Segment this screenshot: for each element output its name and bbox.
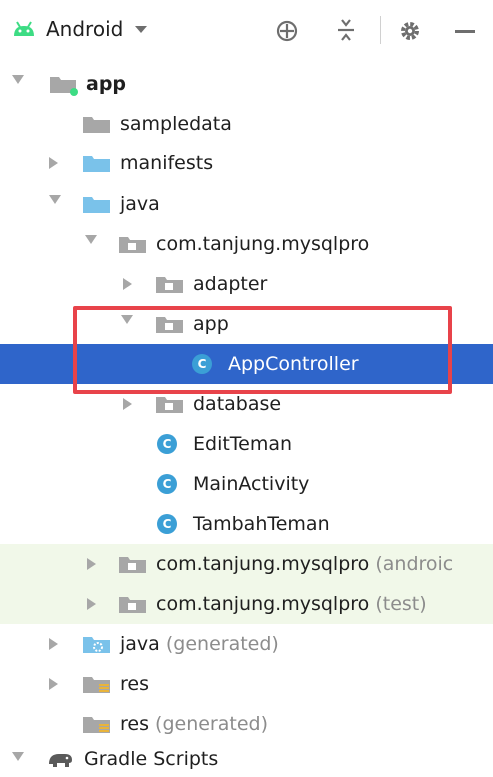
resource-folder-icon — [83, 717, 110, 733]
expand-arrow-icon[interactable] — [87, 598, 96, 610]
tree-node-package-main[interactable]: com.tanjung.mysqlpro — [0, 224, 493, 264]
expand-arrow-icon[interactable] — [12, 752, 24, 761]
expand-arrow-icon[interactable] — [121, 315, 133, 324]
expand-arrow-icon[interactable] — [49, 638, 58, 650]
tree-label-package-test: com.tanjung.mysqlpro (test) — [156, 593, 427, 615]
expand-arrow-icon[interactable] — [49, 678, 58, 690]
tree-node-app-package[interactable]: app — [0, 304, 493, 344]
toolbar-divider — [380, 16, 381, 44]
tree-label-package-main: com.tanjung.mysqlpro — [156, 233, 370, 255]
package-icon — [156, 277, 183, 293]
tree-node-app[interactable]: app — [0, 64, 493, 104]
tree-node-java[interactable]: java — [0, 184, 493, 224]
class-icon: C — [157, 474, 177, 494]
expand-arrow-icon[interactable] — [49, 157, 58, 169]
tree-label-package-androidtest: com.tanjung.mysqlpro (androic — [156, 553, 453, 575]
package-icon — [156, 317, 183, 333]
class-icon: C — [157, 514, 177, 534]
package-name: com.tanjung.mysqlpro — [156, 553, 370, 575]
package-icon — [119, 557, 146, 573]
tree-label-tambahteman: TambahTeman — [193, 513, 330, 535]
tree-label-database: database — [193, 393, 282, 415]
expand-arrow-icon[interactable] — [12, 75, 24, 84]
package-icon — [119, 597, 146, 613]
generated-suffix: (generated) — [165, 633, 279, 655]
tree-label-mainactivity: MainActivity — [193, 473, 310, 495]
tree-label-manifests: manifests — [120, 152, 214, 174]
tree-node-appcontroller[interactable]: C AppController — [0, 344, 493, 384]
generated-suffix: (generated) — [155, 713, 268, 735]
module-folder-icon — [50, 77, 78, 96]
tree-node-database[interactable]: database — [0, 384, 493, 424]
tree-node-mainactivity[interactable]: C MainActivity — [0, 464, 493, 504]
tree-label-gradle-scripts: Gradle Scripts — [84, 747, 219, 770]
tree-node-manifests[interactable]: manifests — [0, 143, 493, 183]
view-selector[interactable]: Android — [12, 17, 148, 41]
class-icon: C — [157, 434, 177, 454]
tree-label-app-package: app — [193, 313, 229, 335]
gear-icon[interactable] — [398, 19, 422, 43]
tree-node-adapter[interactable]: adapter — [0, 264, 493, 304]
tree-label-editteman: EditTeman — [193, 433, 293, 455]
folder-icon — [83, 156, 110, 172]
folder-icon — [83, 117, 110, 133]
tree-node-res[interactable]: res — [0, 664, 493, 704]
tree-node-editteman[interactable]: C EditTeman — [0, 424, 493, 464]
expand-arrow-icon[interactable] — [123, 398, 132, 410]
project-toolbar: Android — [0, 0, 493, 58]
folder-name: res — [120, 713, 149, 735]
resource-folder-icon — [83, 677, 110, 693]
tree-label-adapter: adapter — [193, 273, 268, 295]
tree-node-gradle-scripts[interactable]: Gradle Scripts — [0, 740, 493, 777]
folder-name: java — [120, 633, 160, 655]
package-icon — [119, 237, 146, 253]
view-selector-label: Android — [46, 17, 124, 41]
android-icon — [14, 21, 34, 36]
collapse-all-icon[interactable] — [334, 17, 358, 43]
crosshair-icon[interactable] — [275, 19, 299, 43]
source-set-suffix: (androic — [375, 553, 454, 575]
source-set-suffix: (test) — [375, 593, 427, 615]
tree-label-app: app — [86, 73, 127, 95]
package-icon — [156, 397, 183, 413]
package-name: com.tanjung.mysqlpro — [156, 593, 370, 615]
tree-label-res-generated: res (generated) — [120, 713, 268, 735]
folder-icon — [83, 197, 110, 213]
expand-arrow-icon[interactable] — [87, 558, 96, 570]
tree-label-res: res — [120, 673, 149, 695]
tree-node-package-androidtest[interactable]: com.tanjung.mysqlpro (androic — [0, 544, 493, 584]
tree-label-sampledata: sampledata — [120, 113, 232, 135]
tree-node-res-generated[interactable]: res (generated) — [0, 704, 493, 744]
tree-label-java-generated: java (generated) — [120, 633, 279, 655]
expand-arrow-icon[interactable] — [49, 195, 61, 204]
chevron-down-icon — [135, 25, 148, 33]
gradle-elephant-icon — [49, 754, 72, 767]
tree-node-java-generated[interactable]: java (generated) — [0, 624, 493, 664]
expand-arrow-icon[interactable] — [85, 235, 97, 244]
class-icon: C — [192, 354, 212, 374]
tree-node-tambahteman[interactable]: C TambahTeman — [0, 504, 493, 544]
generated-folder-icon — [83, 637, 110, 653]
minimize-icon[interactable] — [455, 30, 475, 33]
tree-node-sampledata[interactable]: sampledata — [0, 104, 493, 144]
tree-label-appcontroller: AppController — [228, 353, 359, 375]
tree-label-java: java — [120, 193, 160, 215]
expand-arrow-icon[interactable] — [123, 278, 132, 290]
tree-node-package-test[interactable]: com.tanjung.mysqlpro (test) — [0, 584, 493, 624]
